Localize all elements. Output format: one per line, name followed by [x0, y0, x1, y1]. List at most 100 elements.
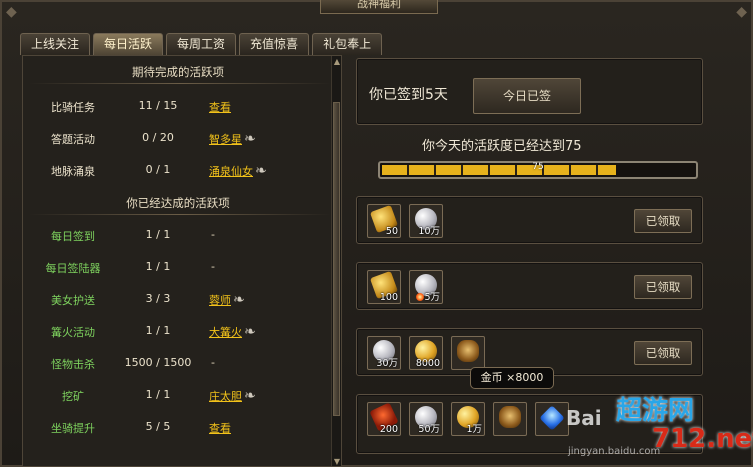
- corner-ornament-icon: ◆: [6, 4, 17, 20]
- task-no-link: -: [211, 260, 215, 273]
- tab-4[interactable]: 充值惊喜: [239, 33, 310, 55]
- claimed-button[interactable]: 已领取: [634, 341, 692, 365]
- task-row: 挖矿 1 / 1 庄太胆 ❧: [23, 388, 333, 406]
- reward-count: 5万: [424, 292, 440, 303]
- reward-slot[interactable]: 10万: [409, 204, 443, 238]
- tab-3[interactable]: 每周工资: [166, 33, 237, 55]
- task-name: 挖矿: [62, 390, 84, 403]
- reward-tier-2: 100 5万 已领取: [356, 262, 703, 310]
- scroll-down-icon[interactable]: ▼: [332, 456, 341, 466]
- task-name: 比骑任务: [51, 101, 95, 114]
- claimed-button[interactable]: 已领取: [634, 209, 692, 233]
- reward-tier-1: 50 10万 已领取: [356, 196, 703, 244]
- reward-slot[interactable]: [535, 402, 569, 436]
- medal-icon: [499, 406, 521, 428]
- signed-today-button[interactable]: 今日已签: [473, 78, 581, 114]
- sparkle-effect-icon: [416, 293, 424, 301]
- wing-teleport-icon[interactable]: ❧: [255, 163, 267, 179]
- task-row: 比骑任务 11 / 15 查看: [23, 99, 333, 117]
- wing-teleport-icon[interactable]: ❧: [233, 292, 245, 308]
- reward-count: 30万: [376, 358, 398, 369]
- task-link[interactable]: 蓉师 ❧: [209, 292, 245, 308]
- task-link-label[interactable]: 智多星: [209, 133, 242, 146]
- activity-progress-bar: 75: [378, 161, 698, 179]
- task-name: 答题活动: [51, 133, 95, 146]
- window-title: 战神福利: [320, 0, 438, 14]
- reward-slot[interactable]: 100: [367, 270, 401, 304]
- task-link[interactable]: 大篝火 ❧: [209, 324, 256, 340]
- task-row: 怪物击杀 1500 / 1500 -: [23, 356, 333, 374]
- task-name: 每日签到: [51, 230, 95, 243]
- activity-list-panel: 期待完成的活跃项 比骑任务 11 / 15 查看 答题活动 0 / 20 智多星 ❧ 地脉涌泉…: [22, 55, 342, 467]
- tab-1[interactable]: 上线关注: [20, 33, 91, 55]
- reward-slot[interactable]: [451, 336, 485, 370]
- wing-teleport-icon[interactable]: ❧: [244, 131, 256, 147]
- task-link-label[interactable]: 庄太胆: [209, 390, 242, 403]
- task-name: 美女护送: [51, 294, 95, 307]
- tab-2[interactable]: 每日活跃: [93, 33, 164, 55]
- task-name: 坐骑提升: [51, 422, 95, 435]
- reward-slot[interactable]: 30万: [367, 336, 401, 370]
- task-link-label[interactable]: 涌泉仙女: [209, 165, 253, 178]
- reward-count: 100: [379, 292, 398, 303]
- task-link[interactable]: 涌泉仙女 ❧: [209, 163, 267, 179]
- task-name: 怪物击杀: [51, 358, 95, 371]
- scroll-thumb[interactable]: [333, 102, 340, 416]
- task-no-link: -: [211, 356, 215, 369]
- task-count: 0 / 1: [145, 163, 171, 176]
- medal-icon: [457, 340, 479, 362]
- task-row: 篝火活动 1 / 1 大篝火 ❧: [23, 324, 333, 342]
- task-link-label[interactable]: 查看: [209, 101, 231, 114]
- wing-teleport-icon[interactable]: ❧: [244, 388, 256, 404]
- claimed-button[interactable]: 已领取: [634, 275, 692, 299]
- task-row: 美女护送 3 / 3 蓉师 ❧: [23, 292, 333, 310]
- reward-count: 50: [385, 226, 398, 237]
- task-name: 篝火活动: [51, 326, 95, 339]
- task-count: 0 / 20: [142, 131, 174, 144]
- tab-bar: 上线关注 每日活跃 每周工资 充值惊喜 礼包奉上: [20, 33, 383, 55]
- task-count: 1 / 1: [145, 324, 171, 337]
- task-link-label[interactable]: 蓉师: [209, 294, 231, 307]
- task-link-label[interactable]: 大篝火: [209, 326, 242, 339]
- item-tooltip: 金币 ×8000: [470, 367, 554, 389]
- reward-count: 8000: [415, 358, 440, 369]
- task-no-link: -: [211, 228, 215, 241]
- signin-days-text: 你已签到5天: [369, 87, 448, 103]
- task-link[interactable]: 智多星 ❧: [209, 131, 256, 147]
- task-link-label[interactable]: 查看: [209, 422, 231, 435]
- task-row: 地脉涌泉 0 / 1 涌泉仙女 ❧: [23, 163, 333, 181]
- reward-count: 200: [379, 424, 398, 435]
- reward-tier-4: 200 50万 1万: [356, 394, 703, 454]
- reward-slot[interactable]: 200: [367, 402, 401, 436]
- reward-slot[interactable]: 50: [367, 204, 401, 238]
- task-count: 11 / 15: [138, 99, 178, 112]
- tab-5[interactable]: 礼包奉上: [312, 33, 383, 55]
- wing-teleport-icon[interactable]: ❧: [244, 324, 256, 340]
- activity-level-text: 你今天的活跃度已经达到75: [422, 139, 582, 154]
- task-name: 每日签陆器: [45, 262, 101, 275]
- reward-count: 10万: [418, 226, 440, 237]
- task-row: 答题活动 0 / 20 智多星 ❧: [23, 131, 333, 149]
- task-count: 3 / 3: [145, 292, 171, 305]
- scroll-up-icon[interactable]: ▲: [332, 56, 341, 68]
- task-count: 1 / 1: [145, 388, 171, 401]
- blue-gem-icon: [539, 405, 565, 431]
- scrollbar[interactable]: ▲ ▼: [331, 56, 341, 466]
- reward-slot[interactable]: 8000: [409, 336, 443, 370]
- task-count: 1500 / 1500: [124, 356, 192, 369]
- reward-slot[interactable]: 50万: [409, 402, 443, 436]
- task-name: 地脉涌泉: [51, 165, 95, 178]
- reward-panel: 你已签到5天 今日已签 你今天的活跃度已经达到75 75 50 10万 已领取 10…: [356, 55, 753, 467]
- reward-slot[interactable]: 1万: [451, 402, 485, 436]
- task-link[interactable]: 查看: [209, 420, 231, 436]
- reward-slot[interactable]: [493, 402, 527, 436]
- task-link[interactable]: 查看: [209, 99, 231, 115]
- reward-slot[interactable]: 5万: [409, 270, 443, 304]
- task-link[interactable]: 庄太胆 ❧: [209, 388, 256, 404]
- corner-ornament-icon: ◆: [736, 4, 747, 20]
- reward-count: 1万: [466, 424, 482, 435]
- task-count: 5 / 5: [145, 420, 171, 433]
- task-row: 坐骑提升 5 / 5 查看: [23, 420, 333, 438]
- task-count: 1 / 1: [145, 260, 171, 273]
- task-row: 每日签陆器 1 / 1 -: [23, 260, 333, 278]
